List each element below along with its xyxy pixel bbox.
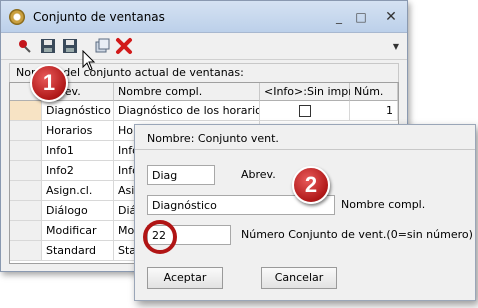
delete-icon[interactable] xyxy=(115,37,133,55)
cell-abrev[interactable]: Info1 xyxy=(42,141,114,161)
row-indicator xyxy=(10,201,42,221)
cell-info xyxy=(260,101,350,121)
row-indicator xyxy=(10,241,42,261)
row-indicator xyxy=(10,121,42,141)
cell-abrev[interactable]: Diagnóstico xyxy=(42,101,114,121)
title-bar[interactable]: Conjunto de ventanas _ □ ✕ xyxy=(1,1,407,33)
save-as-icon[interactable] xyxy=(61,37,79,55)
dialog-title: Nombre: Conjunto vent. xyxy=(147,132,279,145)
numero-label: Número Conjunto de vent.(0=sin número) xyxy=(241,228,473,241)
callout-2-badge: 2 xyxy=(292,166,330,204)
mouse-cursor-icon xyxy=(82,50,96,71)
cell-abrev[interactable]: Diálogo xyxy=(42,201,114,221)
chevron-down-icon[interactable]: ▼ xyxy=(393,42,399,51)
abrev-label: Abrev. xyxy=(241,168,276,181)
row-indicator xyxy=(10,161,42,181)
app-clock-icon xyxy=(9,9,25,25)
cell-abrev[interactable]: Horarios xyxy=(42,121,114,141)
header-num[interactable]: Núm. xyxy=(350,83,398,101)
nombre-label: Nombre compl. xyxy=(341,198,426,211)
row-indicator xyxy=(10,141,42,161)
pin-icon[interactable] xyxy=(15,37,33,55)
cell-abrev[interactable]: Asign.cl. xyxy=(42,181,114,201)
cell-abrev[interactable]: Standard xyxy=(42,241,114,261)
toolbar: ▼ xyxy=(1,33,407,60)
aceptar-button[interactable]: Aceptar xyxy=(147,267,223,289)
row-indicator xyxy=(10,101,42,121)
maximize-button[interactable]: □ xyxy=(353,9,369,25)
row-indicator xyxy=(10,221,42,241)
save-icon[interactable] xyxy=(39,37,57,55)
highlight-ring xyxy=(143,220,177,254)
dialog-conjunto-vent: Nombre: Conjunto vent. Diag Abrev. Diagn… xyxy=(134,124,476,301)
sin-impr-checkbox[interactable] xyxy=(298,105,311,117)
cell-abrev[interactable]: Info2 xyxy=(42,161,114,181)
callout-1-badge: 1 xyxy=(30,64,68,102)
cancelar-button[interactable]: Cancelar xyxy=(261,267,337,289)
table-row[interactable]: Diagnóstico Diagnóstico de los horarios … xyxy=(10,101,398,121)
window-title: Conjunto de ventanas xyxy=(33,10,165,24)
header-info[interactable]: <Info>:Sin impr xyxy=(260,83,353,101)
header-nombre[interactable]: Nombre compl. xyxy=(114,83,260,101)
minimize-button[interactable]: _ xyxy=(331,9,347,25)
abrev-field[interactable]: Diag xyxy=(147,165,215,185)
cell-num[interactable]: 1 xyxy=(350,101,398,121)
cell-abrev[interactable]: Modificar xyxy=(42,221,114,241)
row-indicator xyxy=(10,181,42,201)
close-button[interactable]: ✕ xyxy=(379,9,403,25)
cell-nombre[interactable]: Diagnóstico de los horarios xyxy=(114,101,260,121)
dialog-divider xyxy=(135,149,475,150)
